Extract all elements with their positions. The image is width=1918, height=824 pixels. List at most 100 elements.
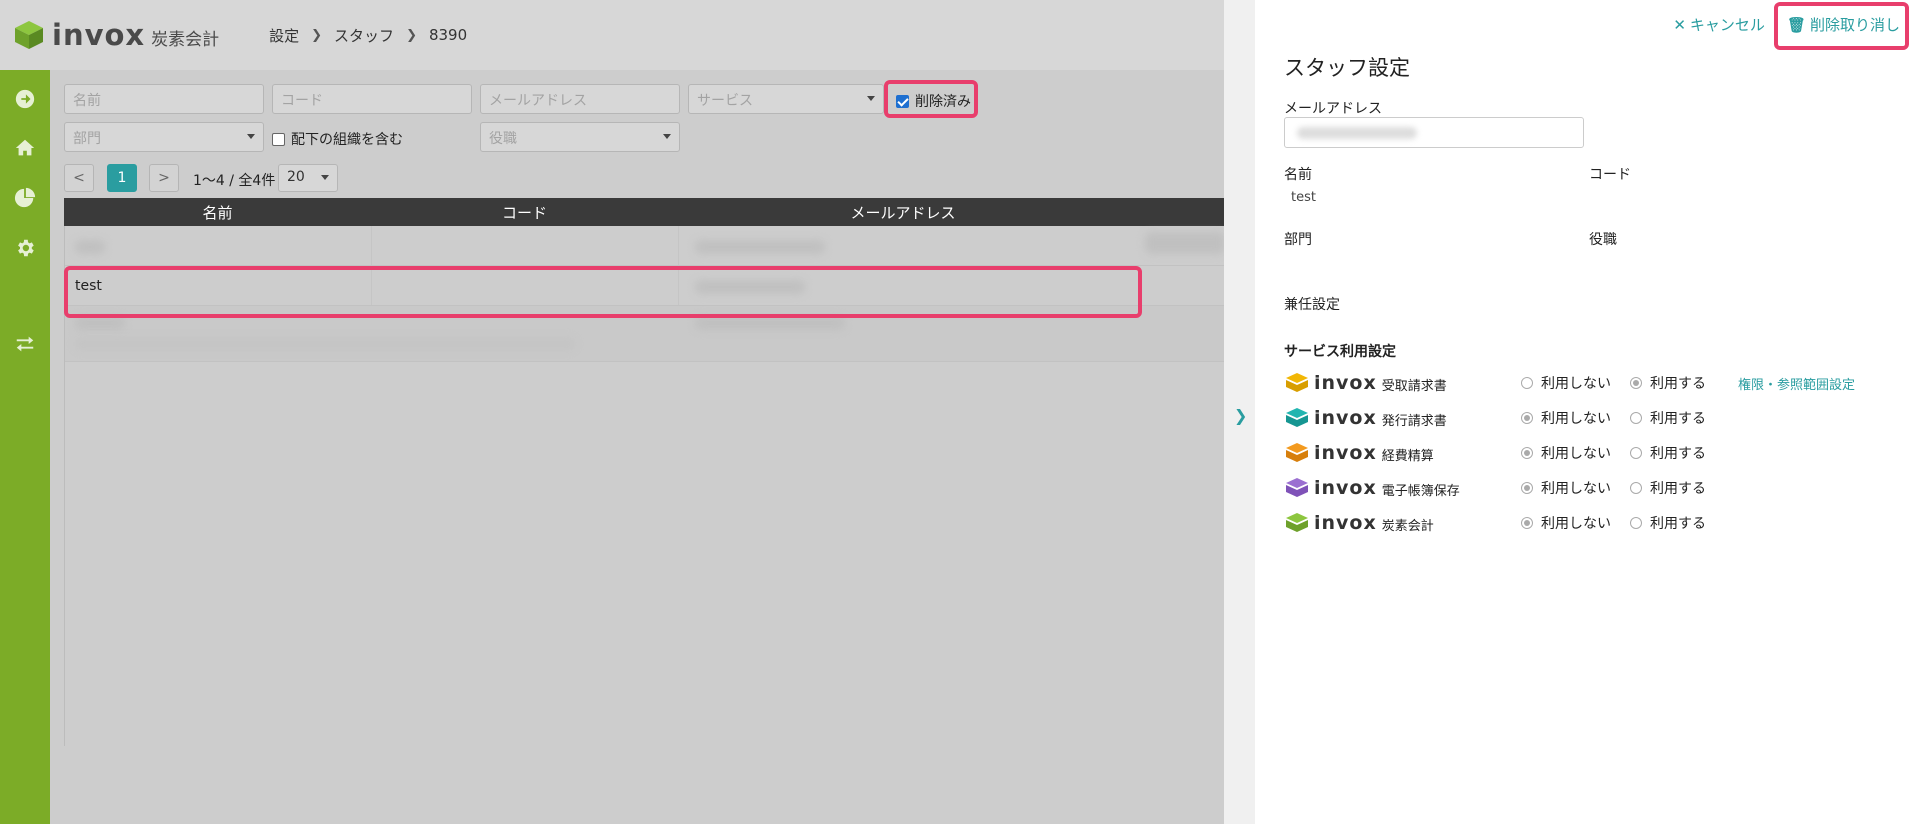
service-row-issued-invoice: invox 発行請求書 利用しない 利用する [1284,405,1904,431]
radio-selected-icon[interactable] [1521,412,1533,424]
radio-unselected-icon[interactable] [1521,377,1533,389]
undo-delete-button[interactable]: 🗑 削除取り消し [1787,14,1900,35]
service-filter-select[interactable]: サービス [688,84,884,114]
radio-option-on[interactable]: 利用する [1630,443,1706,463]
col-header-name[interactable]: 名前 [64,202,371,223]
radio-label: 利用しない [1541,446,1611,462]
pie-chart-icon[interactable] [11,184,39,212]
panel-title: スタッフ設定 [1284,56,1410,80]
chevron-right-icon: ❯ [311,27,323,43]
cancel-label: キャンセル [1689,16,1765,34]
service-section-title: サービス利用設定 [1284,344,1396,360]
staff-table-body: test [64,226,1225,746]
position-filter-select[interactable]: 役職 [480,122,680,152]
checkbox-checked-icon[interactable] [896,94,909,108]
radio-option-on[interactable]: 利用する [1630,478,1706,498]
radio-option-off[interactable]: 利用しない [1521,478,1611,498]
include-sub-checkbox[interactable]: 配下の組織を含む [272,129,403,149]
radio-unselected-icon[interactable] [1630,447,1642,459]
col-header-email[interactable]: メールアドレス [678,202,1128,223]
breadcrumb-staff[interactable]: スタッフ [334,25,394,46]
permission-link[interactable]: 権限・参照範囲設定 [1738,374,1855,393]
caret-down-icon [867,96,875,101]
close-icon: ✕ [1673,15,1686,34]
service-row-e-book: invox 電子帳簿保存 利用しない 利用する [1284,475,1904,501]
caret-down-icon [663,134,671,139]
checkbox-unchecked-icon[interactable] [272,132,285,146]
cancel-button[interactable]: ✕ キャンセル [1673,14,1765,35]
gear-icon[interactable] [11,234,39,262]
radio-option-on[interactable]: 利用する [1630,373,1706,393]
brand-logo[interactable]: invox 炭素会計 [12,18,219,52]
main-content: 名前 コード メールアドレス サービス 削除済み 部門 配下の組織を含む 役職 … [50,70,1225,824]
chevron-right-icon[interactable]: ❯ [1234,406,1247,425]
radio-selected-icon[interactable] [1521,482,1533,494]
radio-label: 利用する [1650,481,1706,497]
table-row[interactable] [65,306,1225,362]
service-name: 発行請求書 [1381,414,1447,429]
service-name: 受取請求書 [1381,379,1447,394]
service-filter-label: サービス [697,93,753,109]
service-brand: invox [1314,512,1377,534]
caret-down-icon [247,134,255,139]
prev-page-button[interactable]: < [64,164,94,192]
radio-selected-icon[interactable] [1630,377,1642,389]
radio-selected-icon[interactable] [1521,517,1533,529]
radio-label: 利用しない [1541,481,1611,497]
name-filter-input[interactable]: 名前 [64,84,264,114]
department-label: 部門 [1284,232,1312,248]
cube-logo-icon [1286,443,1308,462]
department-filter-select[interactable]: 部門 [64,122,264,152]
cube-logo-icon [1286,373,1308,392]
cube-logo-icon [1286,408,1308,427]
per-page-value: 20 [287,169,305,185]
service-brand: invox [1314,372,1377,394]
position-label: 役職 [1589,232,1617,248]
app-header: invox 炭素会計 設定 ❯ スタッフ ❯ 8390 [0,0,1224,70]
deleted-filter-checkbox[interactable]: 削除済み [896,91,971,111]
next-page-button[interactable]: > [149,164,179,192]
chevron-right-icon: ❯ [406,27,417,43]
brand-name: invox [52,18,146,52]
sidebar [0,70,50,824]
radio-unselected-icon[interactable] [1630,412,1642,424]
radio-label: 利用する [1650,376,1706,392]
page-1-button[interactable]: 1 [107,164,137,192]
radio-option-off[interactable]: 利用しない [1521,408,1611,428]
radio-option-off[interactable]: 利用しない [1521,513,1611,533]
email-filter-input[interactable]: メールアドレス [480,84,680,114]
radio-label: 利用しない [1541,411,1611,427]
switch-arrows-icon[interactable] [11,330,39,358]
invox-logo-icon [15,21,43,49]
panel-actions: ✕ キャンセル 🗑 削除取り消し [1651,14,1900,35]
arrow-right-circle-icon[interactable] [11,85,39,113]
radio-option-off[interactable]: 利用しない [1521,443,1611,463]
per-page-select[interactable]: 20 [278,164,338,192]
radio-unselected-icon[interactable] [1630,482,1642,494]
col-header-code[interactable]: コード [371,202,678,223]
service-name: 経費精算 [1381,449,1434,464]
table-row[interactable] [65,226,1225,266]
radio-option-on[interactable]: 利用する [1630,513,1706,533]
service-name: 炭素会計 [1381,519,1434,534]
cube-logo-icon [1286,513,1308,532]
home-icon[interactable] [11,134,39,162]
radio-label: 利用しない [1541,516,1611,532]
staff-settings-panel: ✕ キャンセル 🗑 削除取り消し スタッフ設定 メールアドレス 名前 test … [1255,0,1918,824]
concurrent-label: 兼任設定 [1284,297,1340,313]
radio-label: 利用する [1650,411,1706,427]
panel-collapse-strip[interactable]: ❯ [1224,0,1255,824]
email-field[interactable] [1284,117,1584,148]
table-row[interactable]: test [65,266,1225,306]
radio-option-off[interactable]: 利用しない [1521,373,1611,393]
name-value: test [1291,190,1316,205]
code-filter-input[interactable]: コード [272,84,472,114]
radio-label: 利用する [1650,516,1706,532]
service-brand: invox [1314,442,1377,464]
product-name: 炭素会計 [151,29,220,50]
radio-option-on[interactable]: 利用する [1630,408,1706,428]
staff-table-header: 名前 コード メールアドレス [64,198,1224,226]
radio-unselected-icon[interactable] [1630,517,1642,529]
breadcrumb-settings[interactable]: 設定 [269,25,299,46]
radio-selected-icon[interactable] [1521,447,1533,459]
